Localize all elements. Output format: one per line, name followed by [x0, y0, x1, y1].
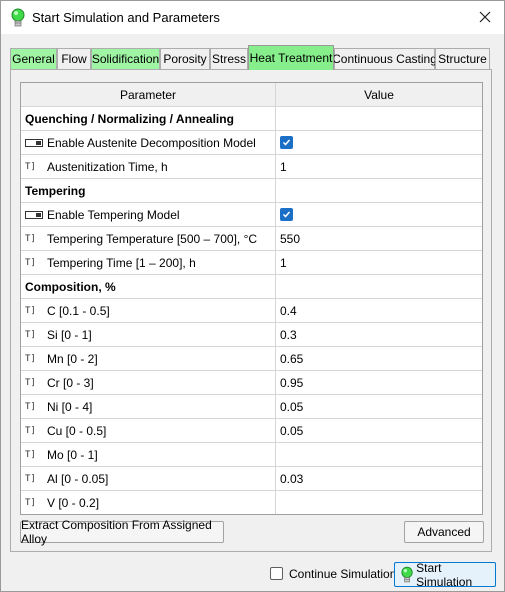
table-row[interactable]: T] Mn [0 - 2] 0.65 [21, 347, 482, 371]
parameter-label: Austenitization Time, h [47, 159, 168, 174]
grid-header-row: Parameter Value [21, 83, 482, 107]
close-icon [479, 11, 491, 23]
table-row[interactable]: T] Cr [0 - 3] 0.95 [21, 371, 482, 395]
parameter-column-header[interactable]: Parameter [21, 83, 276, 106]
checkmark-icon [282, 211, 291, 218]
text-field-icon: T] [25, 305, 36, 316]
value-column-header[interactable]: Value [276, 83, 482, 106]
parameter-label: Ni [0 - 4] [47, 399, 93, 414]
parameter-label: Mo [0 - 1] [47, 447, 98, 462]
dialog-window: Start Simulation and Parameters General … [0, 0, 505, 592]
text-field-icon: T] [25, 161, 36, 172]
tab-heat-treatment[interactable]: Heat Treatment [248, 45, 334, 70]
table-row[interactable]: T] Tempering Time [1 – 200], h 1 [21, 251, 482, 275]
close-button[interactable] [472, 5, 498, 29]
value-cell[interactable]: 0.65 [276, 347, 482, 370]
parameter-label: Enable Austenite Decomposition Model [47, 135, 256, 150]
table-row[interactable]: T] Al [0 - 0.05] 0.03 [21, 467, 482, 491]
tab-structure[interactable]: Structure [435, 48, 490, 69]
table-row[interactable]: Enable Tempering Model [21, 203, 482, 227]
value-cell[interactable]: 550 [276, 227, 482, 250]
table-row[interactable]: T] Cu [0 - 0.5] 0.05 [21, 419, 482, 443]
value-cell[interactable]: 0.95 [276, 371, 482, 394]
text-field-icon: T] [25, 473, 36, 484]
parameter-label: V [0 - 0.2] [47, 495, 100, 510]
checkbox-field-icon [25, 138, 43, 147]
section-label: Composition, % [21, 275, 276, 298]
extract-composition-button[interactable]: Extract Composition From Assigned Alloy [20, 518, 224, 546]
text-field-icon: T] [25, 329, 36, 340]
section-label: Tempering [21, 179, 276, 202]
text-field-icon: T] [25, 257, 36, 268]
title-bar: Start Simulation and Parameters [1, 1, 504, 34]
table-row[interactable]: T] Si [0 - 1] 0.3 [21, 323, 482, 347]
checkbox-field-icon [25, 210, 43, 219]
value-cell[interactable]: 0.4 [276, 299, 482, 322]
tab-solidification[interactable]: Solidification [91, 48, 160, 69]
value-cell[interactable]: 1 [276, 251, 482, 274]
section-value [276, 179, 482, 202]
parameter-label: Si [0 - 1] [47, 327, 92, 342]
value-cell[interactable] [276, 443, 482, 466]
austenite-model-checkbox[interactable] [280, 136, 293, 149]
value-cell[interactable]: 0.05 [276, 419, 482, 442]
section-row-tempering: Tempering [21, 179, 482, 203]
section-value [276, 275, 482, 298]
table-row[interactable]: T] Mo [0 - 1] [21, 443, 482, 467]
parameter-label: Al [0 - 0.05] [47, 471, 109, 486]
text-field-icon: T] [25, 497, 36, 508]
parameter-grid: Parameter Value Quenching / Normalizing … [20, 82, 483, 515]
table-row[interactable]: T] C [0.1 - 0.5] 0.4 [21, 299, 482, 323]
window-title: Start Simulation and Parameters [32, 10, 220, 25]
tempering-model-checkbox[interactable] [280, 208, 293, 221]
section-label: Quenching / Normalizing / Annealing [21, 107, 276, 130]
continue-simulation-label: Continue Simulation [289, 567, 397, 581]
text-field-icon: T] [25, 449, 36, 460]
value-cell[interactable]: 0.03 [276, 467, 482, 490]
table-row[interactable]: Enable Austenite Decomposition Model [21, 131, 482, 155]
table-row[interactable]: T] Tempering Temperature [500 – 700], °C … [21, 227, 482, 251]
parameter-label: C [0.1 - 0.5] [47, 303, 110, 318]
green-bulb-icon [401, 566, 413, 582]
parameter-label: Enable Tempering Model [47, 207, 180, 222]
text-field-icon: T] [25, 233, 36, 244]
tab-flow[interactable]: Flow [57, 48, 91, 69]
value-cell[interactable]: 0.05 [276, 395, 482, 418]
parameter-label: Cr [0 - 3] [47, 375, 94, 390]
parameter-label: Mn [0 - 2] [47, 351, 98, 366]
tab-general[interactable]: General [10, 48, 57, 69]
text-field-icon: T] [25, 353, 36, 364]
table-row[interactable]: T] Ni [0 - 4] 0.05 [21, 395, 482, 419]
section-value [276, 107, 482, 130]
section-row-quenching: Quenching / Normalizing / Annealing [21, 107, 482, 131]
continue-simulation-checkbox[interactable] [270, 567, 283, 580]
parameter-label: Tempering Temperature [500 – 700], °C [47, 231, 258, 246]
table-row[interactable]: T] Austenitization Time, h 1 [21, 155, 482, 179]
value-cell[interactable] [276, 491, 482, 514]
text-field-icon: T] [25, 425, 36, 436]
text-field-icon: T] [25, 401, 36, 412]
start-simulation-button[interactable]: Start Simulation [394, 561, 496, 589]
table-row[interactable]: T] V [0 - 0.2] [21, 491, 482, 515]
green-bulb-icon [11, 8, 25, 27]
value-cell[interactable]: 0.3 [276, 323, 482, 346]
tab-stress[interactable]: Stress [210, 48, 248, 69]
tab-continuous-casting[interactable]: Continuous Casting [332, 48, 437, 69]
tab-porosity[interactable]: Porosity [160, 48, 210, 69]
parameter-label: Tempering Time [1 – 200], h [47, 255, 196, 270]
value-cell[interactable]: 1 [276, 155, 482, 178]
checkmark-icon [282, 139, 291, 146]
parameter-label: Cu [0 - 0.5] [47, 423, 107, 438]
text-field-icon: T] [25, 377, 36, 388]
section-row-composition: Composition, % [21, 275, 482, 299]
advanced-button[interactable]: Advanced [404, 521, 484, 543]
